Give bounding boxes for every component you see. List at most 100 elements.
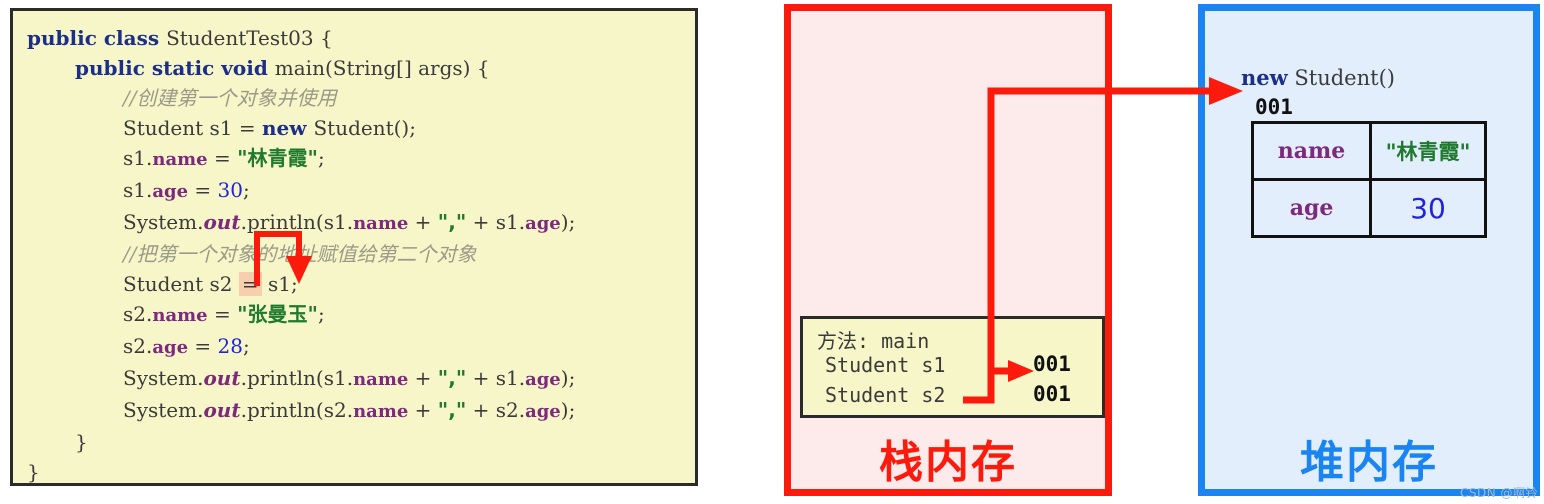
code-line: System.out.println(s2.name + "," + s2.ag… xyxy=(27,395,691,427)
code-line: System.out.println(s1.name + "," + s1.ag… xyxy=(27,207,691,239)
code-listing: public class StudentTest03 {public stati… xyxy=(27,23,691,484)
code-token: Student s1 = xyxy=(123,116,262,140)
code-token: = xyxy=(188,334,218,358)
stack-panel-title: 栈内存 xyxy=(879,437,1017,488)
code-token: age xyxy=(525,401,561,422)
diagram-canvas: public class StudentTest03 {public stati… xyxy=(0,0,1544,504)
heap-field-value: 30 xyxy=(1410,191,1446,225)
code-token: s1. xyxy=(123,146,153,170)
heap-table-body: name "林青霞" age 30 xyxy=(1250,121,1487,238)
heap-field-key: name xyxy=(1277,138,1346,164)
code-token: + xyxy=(408,210,438,234)
code-token: age xyxy=(152,337,189,358)
code-token: "张曼玉" xyxy=(237,302,318,326)
code-token: public class xyxy=(27,26,167,50)
code-token: age xyxy=(152,181,189,202)
code-token: StudentTest03 { xyxy=(166,26,333,50)
code-line: } xyxy=(27,457,691,484)
stack-memory-panel: 方法: main Student s1 Student s2 001 001 栈… xyxy=(784,4,1112,496)
heap-object-fields-table: name "林青霞" age 30 xyxy=(1250,121,1487,238)
code-token: //把第一个对象的地址赋值给第二个对象 xyxy=(123,242,477,266)
code-token: = xyxy=(207,302,238,326)
code-token: .println(s1. xyxy=(240,366,354,390)
code-line: s2.name = "张曼玉"; xyxy=(27,299,691,331)
heap-object-address: 001 xyxy=(1255,95,1293,119)
code-token: name xyxy=(353,213,409,234)
code-line: System.out.println(s1.name + "," + s1.ag… xyxy=(27,363,691,395)
code-token: ); xyxy=(560,210,576,234)
code-token: age xyxy=(525,369,561,390)
code-line: //创建第一个对象并使用 xyxy=(27,83,691,113)
code-line: public class StudentTest03 { xyxy=(27,23,691,53)
code-token: ; xyxy=(243,178,250,202)
code-token: + s1. xyxy=(466,210,526,234)
code-token: public static void xyxy=(75,56,275,80)
code-token: } xyxy=(27,460,40,484)
stack-method-label: 方法: main xyxy=(817,329,930,353)
code-token: ); xyxy=(560,366,576,390)
code-token: new xyxy=(262,116,314,140)
code-token: "," xyxy=(437,398,467,422)
code-token: ; xyxy=(317,302,325,326)
code-token: Student s2 xyxy=(123,272,239,296)
code-line: s2.age = 28; xyxy=(27,331,691,363)
heap-new-constructor: Student() xyxy=(1287,66,1395,90)
stack-address-s1: 001 xyxy=(1033,352,1071,376)
code-token: name xyxy=(152,149,208,170)
code-token: + s1. xyxy=(466,366,526,390)
code-token: .println(s1. xyxy=(240,210,354,234)
code-token: 30 xyxy=(217,178,243,202)
code-token: out xyxy=(203,398,241,422)
code-token: //创建第一个对象并使用 xyxy=(123,86,337,110)
heap-field-value: "林青霞" xyxy=(1385,140,1471,164)
code-token: name xyxy=(353,401,409,422)
code-token: System. xyxy=(123,398,204,422)
code-line: s1.name = "林青霞"; xyxy=(27,143,691,175)
heap-memory-panel: new Student() 001 name "林青霞" age 30 堆内存 xyxy=(1198,4,1540,496)
code-token: .println(s2. xyxy=(240,398,354,422)
code-token: + xyxy=(408,398,438,422)
code-token: s1; xyxy=(261,272,298,296)
code-line: Student s1 = new Student(); xyxy=(27,113,691,143)
code-token: "," xyxy=(437,366,467,390)
heap-field-key-cell: age xyxy=(1250,178,1373,238)
code-token: System. xyxy=(123,366,204,390)
code-token: ; xyxy=(243,334,250,358)
code-token: = xyxy=(238,272,262,296)
code-line: Student s2 = s1; xyxy=(27,269,691,299)
code-token: s1. xyxy=(123,178,153,202)
heap-field-value-cell: "林青霞" xyxy=(1369,121,1487,181)
code-token: "," xyxy=(437,210,467,234)
stack-variable-s2: Student s2 xyxy=(825,383,946,407)
code-token: = xyxy=(188,178,218,202)
watermark: CSDN @啊铃 xyxy=(1459,486,1538,500)
code-token: + xyxy=(408,366,438,390)
code-line: public static void main(String[] args) { xyxy=(27,53,691,83)
code-token: name xyxy=(152,305,208,326)
stack-variable-s1: Student s1 xyxy=(825,353,946,377)
code-token: s2. xyxy=(123,302,153,326)
code-token: = xyxy=(207,146,238,170)
code-panel: public class StudentTest03 {public stati… xyxy=(10,8,698,486)
code-token: } xyxy=(75,430,88,454)
code-token: age xyxy=(525,213,561,234)
stack-address-s2: 001 xyxy=(1033,382,1071,406)
table-row: age 30 xyxy=(1250,178,1487,238)
code-token: ); xyxy=(560,398,576,422)
code-token: System. xyxy=(123,210,204,234)
heap-field-key-cell: name xyxy=(1250,121,1373,181)
code-token: main(String[] args) { xyxy=(274,56,490,80)
heap-field-value-cell: 30 xyxy=(1369,178,1487,238)
code-token: 28 xyxy=(217,334,243,358)
code-token: name xyxy=(353,369,409,390)
table-row: name "林青霞" xyxy=(1250,121,1487,181)
code-token: out xyxy=(203,366,241,390)
stack-frame-box: 方法: main Student s1 Student s2 001 001 xyxy=(800,316,1105,418)
code-token: out xyxy=(203,210,241,234)
code-line: //把第一个对象的地址赋值给第二个对象 xyxy=(27,239,691,269)
code-token: Student(); xyxy=(313,116,416,140)
heap-field-key: age xyxy=(1289,195,1334,221)
code-token: + s2. xyxy=(466,398,526,422)
code-token: ; xyxy=(317,146,325,170)
code-token: s2. xyxy=(123,334,153,358)
